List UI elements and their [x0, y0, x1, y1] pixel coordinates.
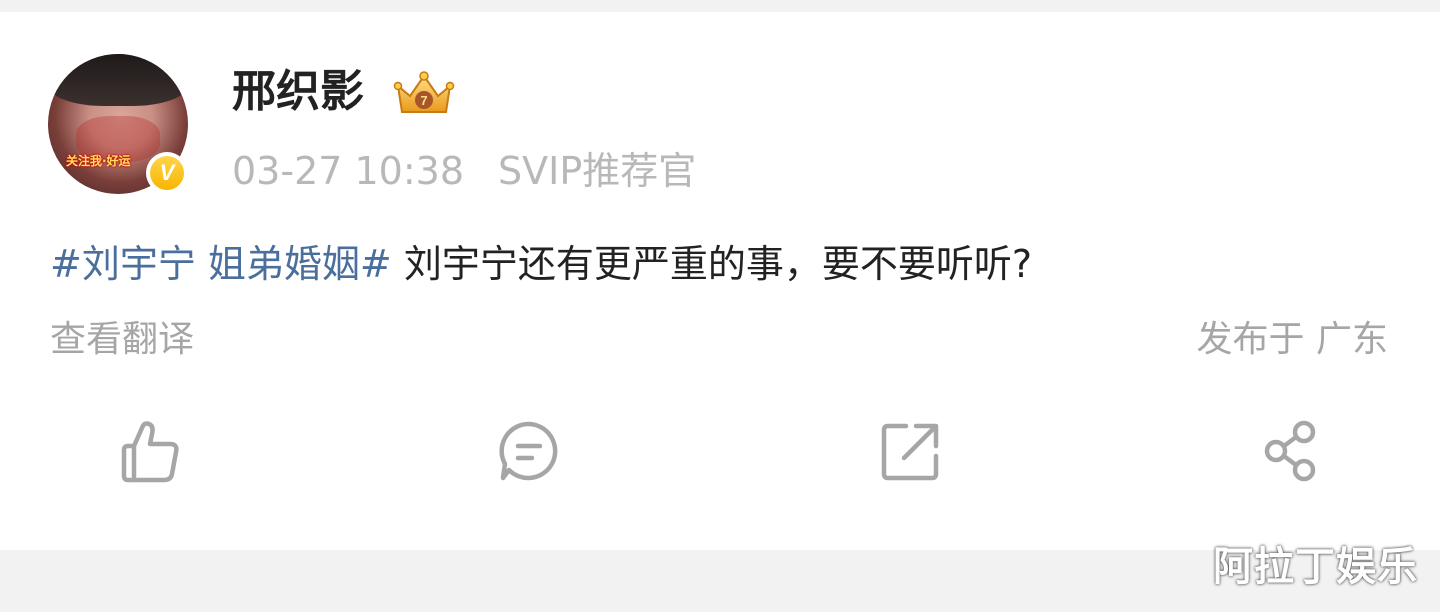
watermark: 阿拉丁娱乐: [1213, 544, 1418, 590]
avatar-caption: 关注我·好运: [66, 154, 131, 168]
post-source[interactable]: SVIP推荐官: [498, 149, 696, 193]
post-text: 刘宇宁还有更严重的事，要不要听听?: [403, 242, 1033, 286]
action-bar: [0, 416, 1440, 502]
comment-icon: [499, 421, 558, 481]
thumbs-up-icon: [121, 421, 179, 483]
svip-crown-icon[interactable]: 7: [392, 68, 456, 120]
repost-icon: [881, 423, 939, 481]
like-button[interactable]: [114, 416, 184, 486]
verified-badge-icon: V: [146, 152, 188, 194]
comment-button[interactable]: [494, 416, 564, 486]
share-icon: [1264, 420, 1316, 482]
post-meta: 03-27 10:38 SVIP推荐官: [232, 148, 696, 194]
post-card: 关注我·好运 V 邢织影 7 03-27 10:38 SVIP推荐官 #刘宇宁 姐…: [0, 12, 1440, 550]
post-location: 发布于 广东: [1196, 319, 1388, 360]
translate-link[interactable]: 查看翻译: [50, 318, 194, 362]
post-content: #刘宇宁 姐弟婚姻# 刘宇宁还有更严重的事，要不要听听?: [50, 240, 1032, 288]
avatar-hair: [48, 54, 188, 106]
repost-button[interactable]: [876, 416, 946, 486]
share-button[interactable]: [1258, 416, 1328, 486]
post-time: 03-27 10:38: [232, 149, 465, 193]
hashtag-link[interactable]: #刘宇宁 姐弟婚姻#: [50, 242, 392, 286]
svg-text:7: 7: [420, 93, 427, 108]
author-name[interactable]: 邢织影: [232, 64, 364, 120]
